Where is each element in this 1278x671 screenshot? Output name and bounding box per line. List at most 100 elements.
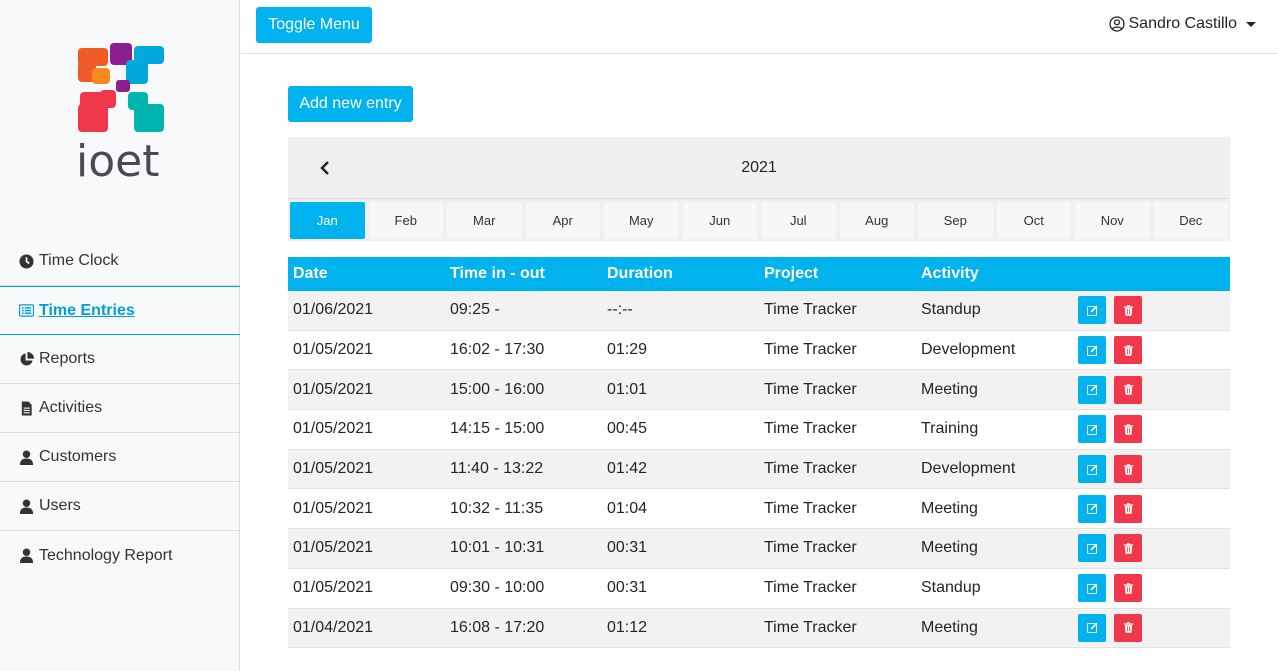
month-aug[interactable]: Aug	[839, 202, 914, 239]
cell-time: 16:02 - 17:30	[450, 341, 545, 359]
row-actions	[1073, 574, 1230, 603]
cell-project: Time Tracker	[764, 618, 857, 636]
time-entries-table: Date Time in - out Duration Project Acti…	[288, 257, 1230, 649]
month-oct[interactable]: Oct	[996, 202, 1071, 239]
edit-button[interactable]	[1078, 415, 1106, 444]
user-icon	[19, 548, 34, 563]
row-actions	[1073, 375, 1230, 404]
delete-button[interactable]	[1114, 534, 1142, 563]
user-circle-icon	[1108, 16, 1125, 32]
sidebar-item-label: Time Clock	[39, 252, 119, 269]
edit-button[interactable]	[1078, 296, 1106, 325]
delete-button[interactable]	[1114, 415, 1142, 444]
sidebar-item-users[interactable]: Users	[0, 482, 240, 531]
sidebar-item-customers[interactable]: Customers	[0, 433, 240, 482]
cell-project: Time Tracker	[764, 579, 857, 597]
edit-button[interactable]	[1078, 613, 1106, 642]
month-nov[interactable]: Nov	[1075, 202, 1150, 239]
table-row: 01/05/2021 10:01 - 10:31 00:31 Time Tracker…	[288, 529, 1230, 569]
sidebar-nav: Time Clock Time Entries Reports Activiti…	[0, 237, 240, 580]
cell-time: 16:08 - 17:20	[450, 618, 545, 636]
edit-icon	[1086, 384, 1097, 396]
cell-date: 01/05/2021	[293, 460, 374, 478]
user-menu-dropdown[interactable]: Sandro Castillo	[1108, 15, 1256, 33]
cell-time: 09:30 - 10:00	[450, 579, 545, 597]
cell-date: 01/05/2021	[293, 539, 374, 557]
month-jul[interactable]: Jul	[761, 202, 836, 239]
edit-button[interactable]	[1078, 455, 1106, 484]
edit-button[interactable]	[1078, 534, 1106, 563]
sidebar-item-time-entries[interactable]: Time Entries	[0, 286, 240, 335]
month-feb[interactable]: Feb	[368, 202, 443, 239]
cell-date: 01/05/2021	[293, 420, 374, 438]
delete-button[interactable]	[1114, 494, 1142, 523]
edit-button[interactable]	[1078, 494, 1106, 523]
cell-date: 01/04/2021	[293, 618, 374, 636]
delete-button[interactable]	[1114, 336, 1142, 365]
table-row: 01/05/2021 16:02 - 17:30 01:29 Time Tracker…	[288, 331, 1230, 371]
table-row: 01/04/2021 16:08 - 17:20 01:12 Time Tracker…	[288, 608, 1230, 649]
cell-duration: --:--	[607, 301, 633, 319]
cell-project: Time Tracker	[764, 539, 857, 557]
delete-button[interactable]	[1114, 455, 1142, 484]
trash-icon	[1123, 463, 1133, 475]
edit-button[interactable]	[1078, 375, 1106, 404]
cell-time: 10:01 - 10:31	[450, 539, 545, 557]
edit-icon	[1086, 583, 1097, 594]
cell-duration: 01:42	[607, 460, 648, 478]
trash-icon	[1123, 582, 1133, 594]
cell-activity: Meeting	[921, 539, 978, 557]
cell-duration: 01:29	[607, 341, 648, 359]
month-picker-header: 2021	[288, 137, 1230, 199]
add-new-entry-button[interactable]: Add new entry	[288, 86, 413, 122]
user-icon	[19, 449, 34, 465]
delete-button[interactable]	[1114, 296, 1142, 325]
row-actions	[1073, 613, 1230, 642]
table-row: 01/05/2021 09:30 - 10:00 00:31 Time Tracker…	[288, 569, 1230, 609]
delete-button[interactable]	[1114, 574, 1142, 603]
user-icon	[19, 498, 34, 514]
sidebar-item-activities[interactable]: Activities	[0, 384, 240, 433]
sidebar-item-label: Reports	[39, 350, 96, 367]
cell-time: 15:00 - 16:00	[450, 380, 545, 398]
top-navbar: Toggle Menu Sandro Castillo	[241, 0, 1278, 54]
edit-icon	[1086, 543, 1097, 554]
row-actions	[1073, 296, 1230, 325]
trash-icon	[1123, 384, 1133, 395]
sidebar-item-time-clock[interactable]: Time Clock	[0, 237, 240, 286]
edit-button[interactable]	[1078, 336, 1106, 365]
cell-activity: Development	[921, 341, 1016, 359]
edit-icon	[1086, 305, 1097, 316]
cell-activity: Meeting	[921, 380, 978, 398]
month-apr[interactable]: Apr	[525, 202, 600, 239]
edit-button[interactable]	[1078, 574, 1106, 603]
file-icon	[19, 400, 34, 416]
trash-icon	[1123, 305, 1133, 316]
trash-icon	[1123, 503, 1133, 515]
cell-duration: 00:31	[607, 539, 648, 557]
cell-duration: 01:01	[607, 380, 648, 398]
month-mar[interactable]: Mar	[447, 202, 522, 239]
month-may[interactable]: May	[604, 202, 679, 239]
year-label: 2021	[741, 159, 777, 176]
cell-project: Time Tracker	[764, 380, 857, 398]
edit-icon	[1086, 345, 1097, 356]
sidebar-item-reports[interactable]: Reports	[0, 335, 240, 384]
table-row: 01/05/2021 14:15 - 15:00 00:45 Time Tracker…	[288, 410, 1230, 450]
table-row: 01/05/2021 10:32 - 11:35 01:04 Time Tracker…	[288, 489, 1230, 530]
cell-project: Time Tracker	[764, 420, 857, 438]
month-jan[interactable]: Jan	[290, 202, 365, 239]
delete-button[interactable]	[1114, 375, 1142, 404]
toggle-menu-button[interactable]: Toggle Menu	[256, 7, 372, 43]
month-dec[interactable]: Dec	[1153, 202, 1228, 239]
list-icon	[19, 303, 34, 318]
header-date: Date	[293, 265, 328, 282]
month-jun[interactable]: Jun	[682, 202, 757, 239]
cell-project: Time Tracker	[764, 499, 857, 517]
cell-activity: Training	[921, 420, 979, 438]
trash-icon	[1123, 344, 1133, 356]
month-sep[interactable]: Sep	[918, 202, 993, 239]
delete-button[interactable]	[1114, 613, 1142, 642]
cell-duration: 00:31	[607, 579, 648, 597]
sidebar-item-technology-report[interactable]: Technology Report	[0, 531, 240, 580]
